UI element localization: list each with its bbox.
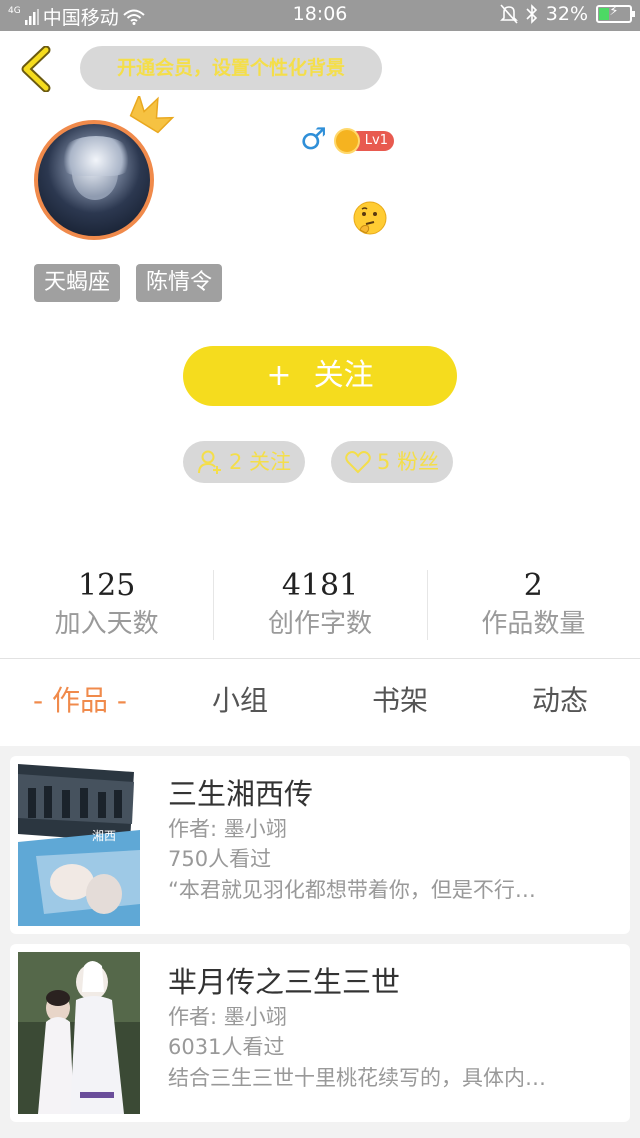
works-list: 湘西 三生湘西传 作者: 墨小翊 750人看过 “本君就见羽化都想带着你，但是不… (0, 746, 640, 1138)
level-badge[interactable]: Lv1 (334, 128, 394, 154)
following-count: 2 关注 (229, 450, 292, 474)
add-user-icon (198, 450, 221, 474)
mute-bell-icon (499, 4, 518, 24)
tag-zodiac[interactable]: 天蝎座 (34, 264, 121, 302)
stat-label: 创作字数 (267, 609, 372, 639)
back-button[interactable] (18, 45, 54, 93)
crown-medal-icon (334, 128, 360, 154)
stat-value: 4181 (281, 568, 359, 603)
stat-works-count: 2 作品数量 (426, 566, 640, 646)
stat-value: 2 (523, 568, 543, 603)
social-counts: 2 关注 5 粉丝 (183, 441, 454, 483)
work-author: 作者: 墨小翊 (168, 817, 287, 841)
gender-male-icon: ♂ (300, 122, 327, 157)
work-author: 作者: 墨小翊 (168, 1005, 287, 1029)
battery-icon: ⚡ (596, 4, 635, 23)
divider (0, 658, 640, 659)
work-excerpt: 结合三生三世十里桃花续写的，具体内… (168, 1066, 546, 1090)
follow-label: 关注 (313, 358, 374, 393)
battery-percent: 32% (545, 3, 588, 25)
work-info: 三生湘西传 作者: 墨小翊 750人看过 “本君就见羽化都想带着你，但是不行… (168, 774, 608, 906)
followers-count: 5 粉丝 (377, 450, 440, 474)
stat-word-count: 4181 创作字数 (213, 566, 426, 646)
stat-label: 加入天数 (54, 609, 159, 639)
charging-icon: ⚡ (609, 4, 619, 19)
tag-interest[interactable]: 陈情令 (136, 264, 223, 302)
plus-icon: + (266, 358, 292, 393)
profile-tabs: - 作品 - 小组 书架 动态 (0, 676, 640, 726)
stat-value: 125 (78, 568, 136, 603)
tab-bookshelf[interactable]: 书架 (320, 676, 480, 726)
crown-icon (129, 96, 175, 134)
status-bar: 4G 中国移动 18:06 32% ⚡ (0, 0, 640, 31)
work-info: 芈月传之三生三世 作者: 墨小翊 6031人看过 结合三生三世十里桃花续写的，具… (168, 962, 608, 1094)
followers-count-button[interactable]: 5 粉丝 (331, 441, 454, 483)
work-views: 6031人看过 (168, 1035, 285, 1059)
thinking-emoji-icon[interactable] (352, 200, 388, 236)
work-title: 三生湘西传 (168, 777, 314, 811)
tab-groups[interactable]: 小组 (160, 676, 320, 726)
tab-activity[interactable]: 动态 (480, 676, 640, 726)
work-title: 芈月传之三生三世 (168, 965, 401, 999)
stats-bar: 125 加入天数 4181 创作字数 2 作品数量 (0, 566, 640, 646)
stat-label: 作品数量 (481, 609, 586, 639)
stat-days-joined: 125 加入天数 (0, 566, 213, 646)
tab-works[interactable]: - 作品 - (0, 676, 160, 726)
work-card[interactable]: 芈月传之三生三世 作者: 墨小翊 6031人看过 结合三生三世十里桃花续写的，具… (10, 944, 630, 1122)
following-count-button[interactable]: 2 关注 (183, 441, 306, 483)
follow-button[interactable]: + 关注 (183, 346, 457, 406)
work-card[interactable]: 湘西 三生湘西传 作者: 墨小翊 750人看过 “本君就见羽化都想带着你，但是不… (10, 756, 630, 934)
profile-tags: 天蝎座 陈情令 (34, 264, 223, 302)
work-cover-image (18, 952, 140, 1114)
work-views: 750人看过 (168, 847, 272, 871)
vip-background-banner[interactable]: 开通会员，设置个性化背景 (80, 46, 382, 90)
bluetooth-icon (526, 4, 537, 24)
heart-icon (345, 451, 371, 474)
work-cover-image: 湘西 (18, 764, 140, 926)
svg-text:湘西: 湘西 (92, 828, 116, 843)
work-excerpt: “本君就见羽化都想带着你，但是不行… (168, 878, 536, 902)
status-right: 32% ⚡ (499, 3, 635, 25)
back-chevron-icon (21, 45, 51, 93)
